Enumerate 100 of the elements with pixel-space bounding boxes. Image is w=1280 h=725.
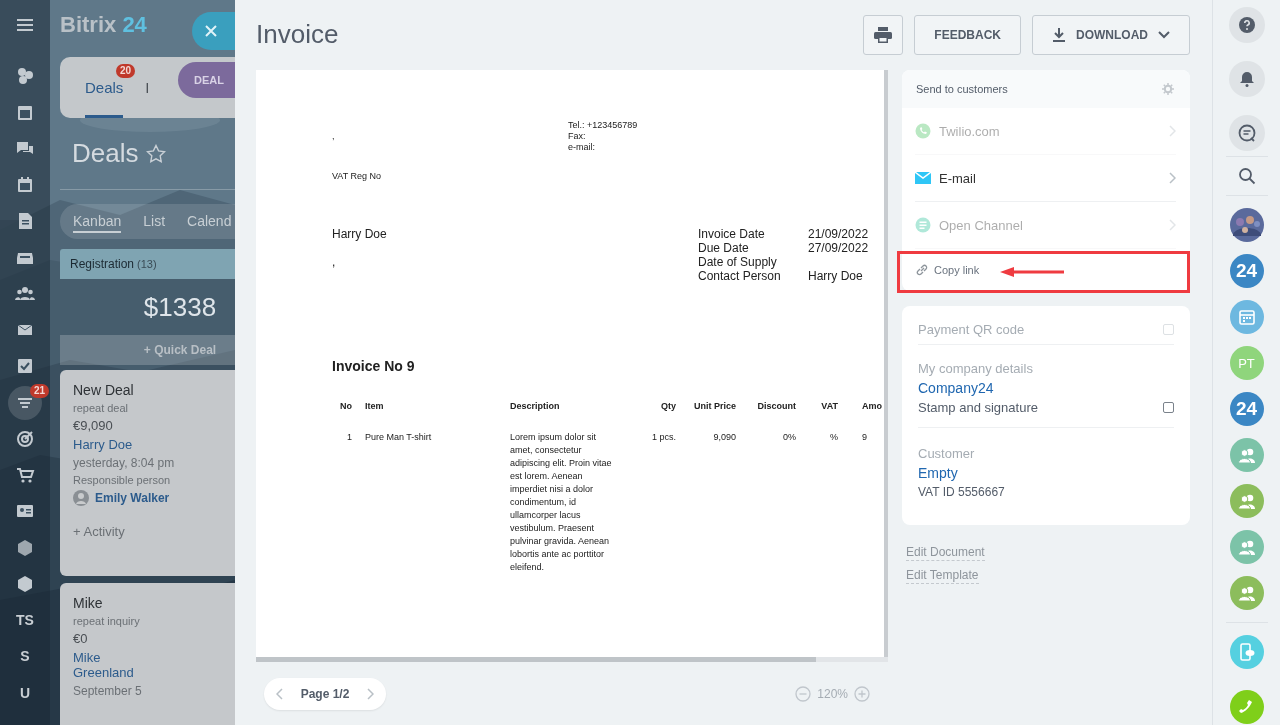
chat-button[interactable]	[1228, 115, 1265, 151]
deal-amount: €9,090	[73, 418, 113, 433]
column-header: Qty	[661, 401, 676, 411]
responsible-label: Responsible person	[73, 474, 171, 486]
view-tab[interactable]: List	[143, 210, 166, 233]
chevron-right-icon	[1169, 219, 1176, 231]
deal-pill[interactable]: DEAL	[178, 62, 235, 98]
column-header: Amo	[862, 401, 882, 411]
detail-value: Harry Doe	[808, 269, 864, 283]
table-cell: 0%	[783, 432, 796, 442]
chevron-right-icon	[1169, 125, 1176, 137]
detail-label: Due Date	[698, 241, 750, 255]
company-link[interactable]: Company24	[918, 380, 1174, 396]
vat-id: VAT ID 5556667	[918, 485, 1006, 499]
chevron-right-icon	[1169, 172, 1176, 184]
copy-link-button[interactable]: Copy link	[902, 249, 1190, 291]
cluster-icon[interactable]	[15, 66, 35, 87]
close-icon	[205, 25, 217, 37]
arrow-icon	[1000, 267, 1064, 277]
customer-name: Harry Doe	[332, 227, 388, 241]
deal-date: yesterday, 8:04 pm	[73, 456, 175, 470]
download-button[interactable]: DOWNLOAD	[1032, 15, 1190, 55]
feedback-button[interactable]: FEEDBACK	[914, 15, 1021, 55]
notifications-button[interactable]	[1228, 61, 1265, 97]
detail-label: Date of Supply	[698, 255, 778, 269]
contact-line: e-mail:	[568, 142, 596, 153]
table-cell: 9	[862, 432, 867, 442]
deal-subtitle: repeat inquiry	[73, 615, 140, 627]
option-label: Stamp and signature	[918, 400, 1038, 415]
checkbox[interactable]	[1163, 402, 1174, 413]
search-icon[interactable]	[1237, 167, 1256, 185]
deal-title: New Deal	[73, 382, 134, 398]
add-activity-link[interactable]: + Activity	[73, 524, 125, 539]
section-label: Customer	[918, 446, 976, 461]
panel-title: Invoice	[256, 18, 339, 50]
box-icon[interactable]	[15, 573, 35, 594]
detail-value: 27/09/2022	[808, 241, 870, 255]
people-icon	[1236, 447, 1257, 463]
stage-count: (13)	[137, 258, 157, 270]
deal-date: September 5	[73, 684, 142, 698]
contact-avatar[interactable]: 24	[1229, 254, 1264, 288]
phone-bubble-icon	[915, 123, 931, 139]
bell-icon	[1238, 71, 1255, 87]
contact-link[interactable]: Harry Doe	[73, 437, 133, 452]
logo[interactable]: Bitrix 24	[60, 12, 147, 38]
column-header: Description	[510, 401, 560, 411]
help-icon	[1238, 17, 1255, 33]
scrollbar[interactable]	[256, 657, 816, 662]
column-header: No	[340, 401, 352, 411]
column-header: Discount	[757, 401, 796, 411]
scrollbar[interactable]	[884, 70, 888, 657]
star-icon[interactable]	[146, 143, 167, 164]
table-cell: 1 pcs.	[652, 432, 676, 442]
help-button[interactable]	[1228, 7, 1265, 43]
channel-item[interactable]: E-mail	[915, 155, 1176, 202]
customer-address: ,	[332, 255, 336, 269]
quick-deal-button[interactable]: + Quick Deal	[60, 335, 235, 365]
contact-avatar[interactable]: 24	[1229, 392, 1264, 426]
people-icon	[1236, 493, 1257, 509]
box-icon[interactable]	[15, 537, 35, 558]
view-tab[interactable]: Kanban	[73, 210, 122, 233]
count-badge: 20	[116, 64, 136, 78]
table-cell: Pure Man T-shirt	[365, 432, 432, 442]
responsible-link[interactable]: Emily Walker	[95, 491, 170, 505]
vat-reg-label: VAT Reg No	[332, 171, 383, 181]
chat-icon	[1237, 124, 1256, 142]
avatar	[73, 490, 89, 506]
table-cell: 1	[347, 432, 352, 442]
customer-link[interactable]: Empty	[918, 465, 1174, 481]
nav-item[interactable]: S	[20, 648, 30, 665]
close-button[interactable]	[192, 12, 235, 50]
edit-link[interactable]: Edit Template	[906, 567, 979, 584]
contact-line: Fax:	[568, 131, 587, 142]
contact-link[interactable]: Mike Greenland	[73, 650, 148, 680]
nav-item[interactable]: U	[19, 684, 31, 701]
detail-label: Contact Person	[698, 269, 782, 283]
column-header: Item	[365, 401, 384, 411]
table-cell-text: Lorem ipsum dolor sit amet, consectetur adipiscing elit. Proin vitae est lorem. Aenean imperdiet nisi a dolor condimentum, id ullamcorper lacus vestibulum. Praesent pulvinar gravida. Aenean lobortis ante ac porttitor eleifend.	[510, 431, 613, 574]
deal-card[interactable]: New Deal repeat deal €9,090 Harry Doe yesterday, 8:04 pm Responsible person Emily Walker + Activity	[60, 370, 235, 576]
table-cell: 9,090	[713, 432, 736, 442]
target-icon[interactable]	[15, 428, 35, 449]
edit-link[interactable]: Edit Document	[906, 544, 985, 561]
phone-cloud-icon	[1238, 643, 1255, 661]
table-cell: %	[830, 432, 838, 442]
stage-title: Registration	[70, 257, 135, 271]
view-tab[interactable]: Calend	[187, 210, 232, 233]
invoice-heading: Invoice No 9	[332, 358, 416, 374]
envelope-icon	[915, 170, 931, 186]
contact-line: Tel.: +123456789	[568, 120, 639, 131]
people-icon	[1236, 585, 1257, 601]
chevron-down-icon	[1158, 31, 1170, 39]
detail-label: Invoice Date	[698, 227, 766, 241]
link-icon	[916, 264, 928, 276]
deal-amount: €0	[73, 631, 88, 646]
deal-title: Mike	[73, 595, 103, 611]
tab[interactable]: I	[145, 57, 150, 118]
print-button[interactable]	[863, 15, 904, 55]
deal-card[interactable]: Mike repeat inquiry €0 Mike Greenland September 5	[60, 583, 235, 725]
zoom-level: 120%	[817, 686, 848, 701]
nav-item[interactable]: TS	[16, 612, 34, 629]
